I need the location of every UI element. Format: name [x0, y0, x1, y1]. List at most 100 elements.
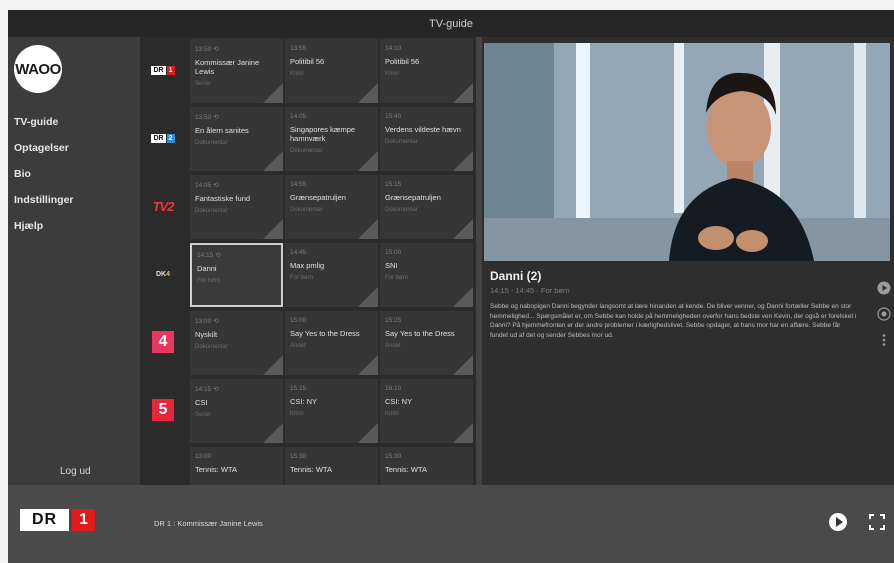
sidebar-item-help[interactable]: Hjælp	[14, 213, 74, 239]
window-title: TV-guide	[428, 17, 474, 30]
program-cell[interactable]: 14:05 ⟲ Fantastiske fund Dokumentar	[190, 175, 283, 239]
program-time: 15:00	[385, 249, 402, 256]
program-cell-title: Singapores kæmpe hamnværk	[290, 125, 356, 143]
channel4-logo[interactable]: 4	[140, 309, 186, 375]
dr-logo-text: DR	[151, 65, 166, 75]
play-circle-icon[interactable]	[876, 280, 892, 296]
record-icon[interactable]	[876, 306, 892, 322]
sidebar-item-recordings[interactable]: Optagelser	[14, 135, 74, 161]
sidebar-item-settings[interactable]: Indstillinger	[14, 187, 74, 213]
program-cell[interactable]: 13:50 ⟲ En ålern sanites Dokumentar	[190, 107, 283, 171]
program-cell[interactable]: 13:55 Politibil 56 Krimi	[285, 39, 378, 103]
cell-corner-fold	[453, 219, 473, 239]
sidebar-item-cinema[interactable]: Bio	[14, 161, 74, 187]
guide-row: TV2 14:05 ⟲ Fantastiske fund Dokumentar 14:5…	[140, 173, 476, 239]
program-cell[interactable]: 15:00 Say Yes to the Dress Andet	[285, 311, 378, 375]
program-description: Sebbe og nabopigen Danni begynder langso…	[490, 303, 857, 339]
program-genre: For børn	[385, 275, 409, 281]
play-icon	[835, 517, 843, 527]
detail-actions	[876, 280, 894, 358]
dr2-logo[interactable]: DR 2	[140, 105, 186, 171]
cell-corner-fold	[358, 355, 378, 375]
program-cell[interactable]: 14:45 Max pmlig For børn	[285, 243, 378, 307]
guide-row: DR 2 13:50 ⟲ En ålern sanites Dokumentar 14:0…	[140, 105, 476, 171]
now-playing-text: DR 1 : Kommissær Janine Lewis	[154, 519, 263, 528]
program-time: 13:00 ⟲	[195, 318, 219, 325]
cell-corner-fold	[453, 355, 473, 375]
program-cell[interactable]: 16:10 CSI: NY Krimi	[380, 379, 473, 443]
cell-corner-fold	[358, 423, 378, 443]
program-genre: Andet	[290, 343, 306, 349]
program-cell-title: Say Yes to the Dress	[290, 329, 360, 338]
logout-button[interactable]: Log ud	[60, 466, 91, 477]
program-time: 16:10	[385, 385, 402, 392]
program-time: 14:45	[290, 249, 307, 256]
program-cell-title: Grænsepatruljen	[290, 193, 346, 202]
program-time: 14:15 ⟲	[195, 386, 219, 393]
channel-number-badge: 5	[152, 399, 174, 421]
play-button[interactable]	[829, 513, 847, 531]
program-cell-title: Verdens vildeste hævn	[385, 125, 461, 134]
program-cell[interactable]: 15:30 Tennis: WTA	[380, 447, 473, 485]
cell-corner-fold	[453, 83, 473, 103]
program-time: 15:25	[385, 317, 402, 324]
program-image	[484, 43, 890, 261]
player-channel-num: 1	[72, 509, 96, 531]
dr1-player-logo: DR 1	[20, 509, 96, 531]
program-genre: For børn	[290, 275, 314, 281]
app-window: TV-guide WAOO TV-guide Optagelser Bio In…	[8, 10, 894, 563]
dr-logo-number: 1	[166, 65, 175, 75]
program-genre: Krimi	[290, 71, 304, 77]
player-channel-text: DR	[20, 509, 70, 531]
program-cell-title: Fantastiske fund	[195, 194, 251, 203]
cell-corner-fold	[358, 83, 378, 103]
cell-corner-fold	[263, 219, 283, 239]
dk4-logo-accent: 4	[166, 270, 171, 278]
program-cell[interactable]: 14:10 Politibil 56 Krimi	[380, 39, 473, 103]
cell-corner-fold	[263, 423, 283, 443]
program-cell[interactable]: 14:05 Singapores kæmpe hamnværk Dokumentar	[285, 107, 378, 171]
program-genre: Dokumentar	[385, 207, 418, 213]
more-options-icon[interactable]	[876, 332, 892, 348]
channel-logo[interactable]	[140, 445, 186, 485]
program-genre: For børn	[197, 278, 221, 284]
program-cell[interactable]: 13:00 Tennis: WTA	[190, 447, 283, 485]
program-genre: Dokumentar	[195, 140, 228, 146]
program-cell-title: Tennis: WTA	[290, 465, 332, 474]
program-cell[interactable]: 15:15 Grænsepatruljen Dokumentar	[380, 175, 473, 239]
program-genre: Krimi	[290, 411, 304, 417]
cell-corner-fold	[453, 287, 473, 307]
program-cell[interactable]: 15:00 SNI For børn	[380, 243, 473, 307]
program-cell-title: En ålern sanites	[195, 126, 249, 135]
tv2-logo[interactable]: TV2	[140, 173, 186, 239]
cell-corner-fold	[453, 151, 473, 171]
dk4-logo[interactable]: DK4	[140, 241, 186, 307]
sidebar-item-tv-guide[interactable]: TV-guide	[14, 109, 74, 135]
program-cell[interactable]: 15:15 CSI: NY Krimi	[285, 379, 378, 443]
program-time: 15:30	[290, 453, 307, 460]
channel5-logo[interactable]: 5	[140, 377, 186, 443]
program-genre: Dokumentar	[385, 139, 418, 145]
program-cell[interactable]: 13:00 ⟲ Nyskilt Dokumentar	[190, 311, 283, 375]
dr1-logo[interactable]: DR 1	[140, 37, 186, 103]
sidebar: WAOO TV-guide Optagelser Bio Indstilling…	[8, 37, 140, 485]
program-time: 14:05 ⟲	[195, 182, 219, 189]
program-cell[interactable]: 15:30 Tennis: WTA	[285, 447, 378, 485]
program-cell-title: Politibil 56	[290, 57, 325, 66]
program-time: 14:05	[290, 113, 307, 120]
program-cell[interactable]: 14:15 ⟲ CSI Serier	[190, 379, 283, 443]
program-cell[interactable]: 15:40 Verdens vildeste hævn Dokumentar	[380, 107, 473, 171]
program-cell[interactable]: 13:50 ⟲ Kommissær Janine Lewis Serier	[190, 39, 283, 103]
program-time-genre: 14:15 - 14:45 · For børn	[490, 286, 570, 295]
dr-logo-number: 2	[166, 133, 175, 143]
program-time: 15:00	[290, 317, 307, 324]
fullscreen-button[interactable]	[868, 513, 886, 531]
program-cell[interactable]: 14:55 Grænsepatruljen Dokumentar	[285, 175, 378, 239]
program-cell[interactable]: 15:25 Say Yes to the Dress Andet	[380, 311, 473, 375]
waoo-logo[interactable]: WAOO	[14, 45, 62, 93]
cell-corner-fold	[263, 355, 283, 375]
program-cell-selected[interactable]: 14:15 ⟲ Danni For børn	[190, 243, 283, 307]
dr-logo-mark: DR 2	[151, 133, 175, 143]
program-cell-title: Grænsepatruljen	[385, 193, 441, 202]
guide-row: DR 1 13:50 ⟲ Kommissær Janine Lewis Serier 13…	[140, 37, 476, 103]
